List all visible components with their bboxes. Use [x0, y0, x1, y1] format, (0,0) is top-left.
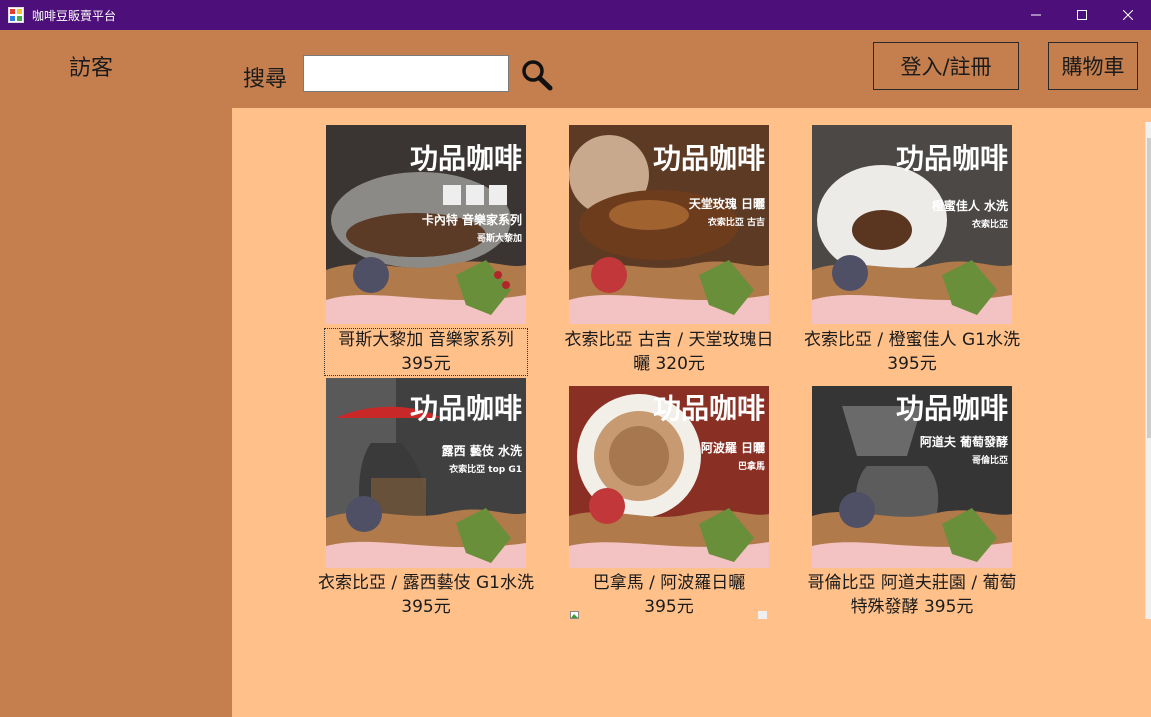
- app-icon: [8, 7, 24, 23]
- product-image[interactable]: 功品咖啡 天堂玫瑰 日曬 衣索比亞 古吉: [569, 125, 769, 324]
- user-label: 訪客: [69, 56, 114, 81]
- scrollbar-thumb[interactable]: [1147, 138, 1151, 438]
- placeholder-icon: [758, 611, 767, 619]
- minimize-icon: [1031, 14, 1041, 16]
- search-label: 搜尋: [243, 67, 288, 92]
- svg-text:衣索比亞 top G1: 衣索比亞 top G1: [449, 463, 522, 475]
- svg-text:功品咖啡: 功品咖啡: [653, 142, 765, 175]
- close-button[interactable]: [1105, 0, 1151, 30]
- svg-text:哥斯大黎加: 哥斯大黎加: [477, 232, 522, 244]
- product-caption[interactable]: 哥倫比亞 阿道夫莊園 / 葡萄 特殊發酵 395元: [792, 571, 1032, 619]
- maximize-icon: [1077, 10, 1087, 20]
- svg-text:功品咖啡: 功品咖啡: [896, 142, 1008, 175]
- svg-text:露西 藝伎 水洗: 露西 藝伎 水洗: [442, 443, 522, 458]
- product-image[interactable]: 功品咖啡 卡內特 音樂家系列 哥斯大黎加: [326, 125, 526, 324]
- maximize-button[interactable]: [1059, 0, 1105, 30]
- svg-text:卡內特 音樂家系列: 卡內特 音樂家系列: [422, 212, 522, 227]
- svg-text:功品咖啡: 功品咖啡: [410, 142, 522, 175]
- product-caption[interactable]: 衣索比亞 / 露西藝伎 G1水洗 395元: [306, 571, 546, 619]
- cart-button[interactable]: 購物車: [1048, 42, 1138, 90]
- svg-text:衣索比亞 古吉: 衣索比亞 古吉: [708, 216, 765, 228]
- login-register-button[interactable]: 登入/註冊: [873, 42, 1019, 90]
- product-image[interactable]: 功品咖啡 橙蜜佳人 水洗 衣索比亞: [812, 125, 1012, 324]
- product-caption[interactable]: 哥斯大黎加 音樂家系列 395元: [324, 328, 528, 376]
- product-scrollbar[interactable]: [1145, 122, 1151, 619]
- product-caption[interactable]: 巴拿馬 / 阿波羅日曬 395元: [549, 571, 789, 619]
- svg-text:天堂玫瑰 日曬: 天堂玫瑰 日曬: [689, 196, 765, 211]
- product-caption[interactable]: 衣索比亞 / 橙蜜佳人 G1水洗 395元: [792, 328, 1032, 376]
- svg-text:功品咖啡: 功品咖啡: [896, 392, 1008, 425]
- svg-text:哥倫比亞: 哥倫比亞: [972, 454, 1008, 466]
- search-icon: [522, 60, 553, 91]
- svg-text:阿道夫 葡萄發酵: 阿道夫 葡萄發酵: [920, 434, 1008, 449]
- svg-text:功品咖啡: 功品咖啡: [653, 392, 765, 425]
- title-bar: 咖啡豆販賣平台: [0, 0, 1151, 30]
- search-input[interactable]: [303, 55, 509, 92]
- broken-image-icon: [570, 611, 579, 619]
- svg-text:衣索比亞: 衣索比亞: [972, 218, 1008, 230]
- svg-text:阿波羅 日曬: 阿波羅 日曬: [701, 440, 765, 455]
- product-caption[interactable]: 衣索比亞 古吉 / 天堂玫瑰日曬 320元: [549, 328, 789, 376]
- minimize-button[interactable]: [1013, 0, 1059, 30]
- svg-text:巴拿馬: 巴拿馬: [738, 460, 765, 472]
- window-title: 咖啡豆販賣平台: [32, 8, 117, 23]
- product-image[interactable]: 功品咖啡 露西 藝伎 水洗 衣索比亞 top G1: [326, 378, 526, 568]
- search-button[interactable]: [519, 58, 555, 92]
- product-image[interactable]: 功品咖啡 阿波羅 日曬 巴拿馬: [569, 386, 769, 568]
- close-icon: [1123, 10, 1133, 20]
- product-image[interactable]: 功品咖啡 阿道夫 葡萄發酵 哥倫比亞: [812, 386, 1012, 568]
- svg-text:橙蜜佳人 水洗: 橙蜜佳人 水洗: [932, 198, 1008, 213]
- svg-text:功品咖啡: 功品咖啡: [410, 392, 522, 425]
